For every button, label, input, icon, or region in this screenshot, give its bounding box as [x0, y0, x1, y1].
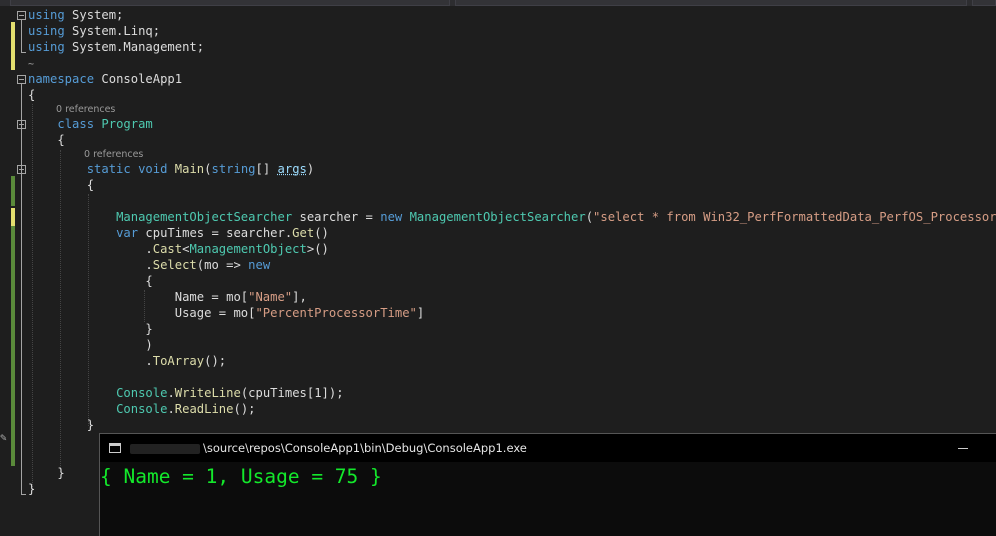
code-line[interactable]: Console.ReadLine(); [28, 401, 255, 417]
code-line[interactable]: namespace ConsoleApp1 [28, 71, 182, 87]
console-app-icon [109, 443, 121, 453]
code-line[interactable]: .ToArray(); [28, 353, 226, 369]
code-line[interactable]: var cpuTimes = searcher.Get() [28, 225, 329, 241]
console-title: \source\repos\ConsoleApp1\bin\Debug\Cons… [203, 441, 527, 455]
collapse-method-icon[interactable] [17, 165, 26, 174]
code-line[interactable]: using System.Management; [28, 39, 204, 55]
redacted-path [130, 444, 200, 454]
code-line[interactable]: { [28, 273, 152, 289]
console-output: { Name = 1, Usage = 75 } [100, 465, 382, 488]
change-marker-unsaved [11, 208, 15, 226]
code-line[interactable]: Usage = mo["PercentProcessorTime"] [28, 305, 425, 321]
codelens-references[interactable]: 0 references [56, 104, 115, 116]
code-line[interactable]: ManagementObjectSearcher searcher = new … [28, 209, 996, 225]
change-marker-saved [11, 176, 15, 206]
code-line[interactable]: using System; [28, 7, 123, 23]
code-line[interactable]: class Program [28, 116, 152, 132]
editor-tab-bar [0, 0, 996, 6]
code-line[interactable]: using System.Linq; [28, 23, 160, 39]
code-line[interactable]: static void Main(string[] args) [28, 161, 315, 177]
code-line[interactable]: .Select(mo => new [28, 257, 270, 273]
code-line[interactable]: } [28, 465, 64, 481]
console-titlebar[interactable]: \source\repos\ConsoleApp1\bin\Debug\Cons… [100, 434, 996, 462]
codelens-references[interactable]: 0 references [84, 149, 143, 161]
split-button[interactable] [972, 0, 996, 6]
code-line[interactable]: { [28, 132, 64, 148]
change-marker-saved [11, 226, 15, 466]
collapse-usings-icon[interactable] [17, 11, 26, 20]
collapse-class-icon[interactable] [17, 120, 26, 129]
collapse-namespace-icon[interactable] [17, 75, 26, 84]
project-dropdown[interactable] [10, 0, 450, 6]
code-line[interactable]: } [28, 417, 94, 433]
code-line[interactable]: ) [28, 337, 152, 353]
change-marker-saved [11, 22, 15, 70]
console-window[interactable]: \source\repos\ConsoleApp1\bin\Debug\Cons… [99, 433, 996, 536]
code-line[interactable]: { [28, 177, 94, 193]
edit-pen-icon: ✎ [0, 431, 7, 444]
code-line[interactable]: { [28, 87, 35, 103]
minimize-icon[interactable] [958, 448, 968, 449]
code-line[interactable]: } [28, 321, 152, 337]
code-line[interactable]: } [28, 481, 35, 497]
code-line[interactable]: .Cast<ManagementObject>() [28, 241, 328, 257]
code-line[interactable]: Name = mo["Name"], [28, 289, 307, 305]
member-dropdown[interactable] [455, 0, 967, 6]
code-line[interactable]: Console.WriteLine(cpuTimes[1]); [28, 385, 344, 401]
